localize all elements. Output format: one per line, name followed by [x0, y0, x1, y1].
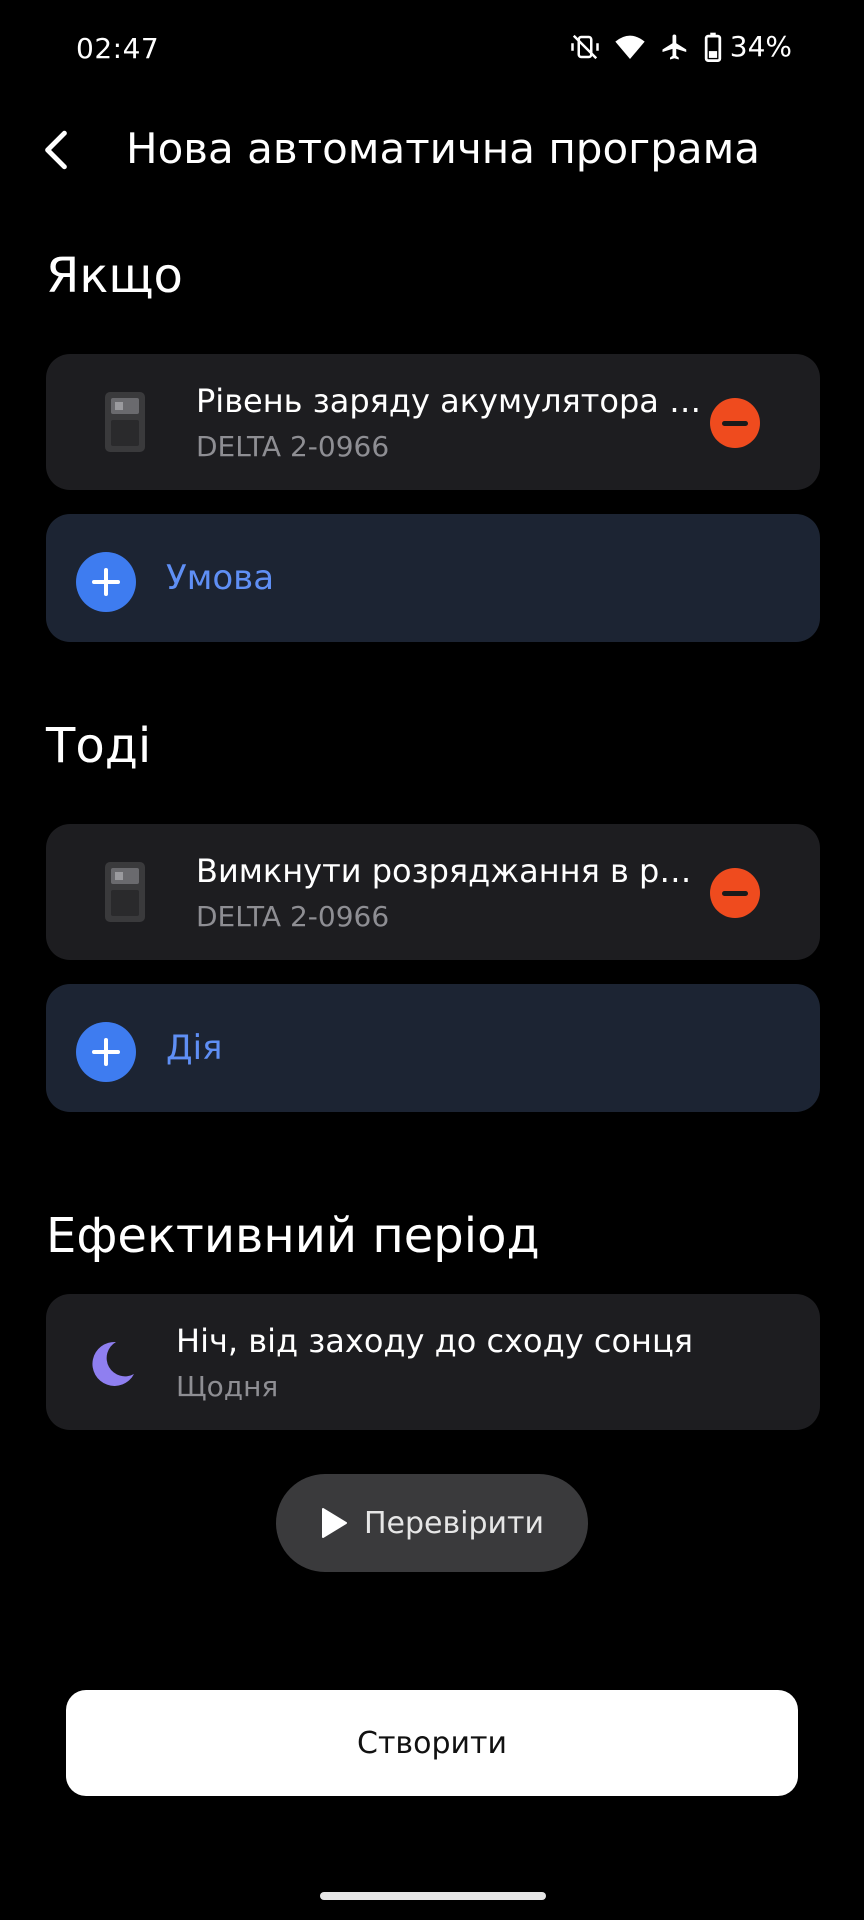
status-bar: 02:47 34%: [0, 0, 864, 100]
add-condition-button[interactable]: Умова: [46, 514, 820, 642]
airplane-icon: [662, 34, 687, 59]
wifi-icon: [615, 35, 645, 59]
create-button[interactable]: Створити: [66, 1690, 798, 1796]
app-header: Нова автоматична програма: [0, 110, 864, 190]
test-button[interactable]: Перевірити: [276, 1474, 588, 1572]
condition-item[interactable]: Рівень заряду акумулятора на пристрої DE…: [46, 354, 820, 490]
period-item-frequency: Щодня: [176, 1370, 279, 1403]
status-icons: 34%: [570, 30, 792, 63]
play-icon: [321, 1508, 347, 1538]
battery-percent: 34%: [729, 30, 792, 63]
device-icon: [105, 862, 145, 922]
back-button[interactable]: [30, 124, 82, 176]
period-item[interactable]: Ніч, від заходу до сходу сонця Щодня: [46, 1294, 820, 1430]
condition-item-device: DELTA 2-0966: [196, 430, 390, 463]
add-action-button[interactable]: Дія: [46, 984, 820, 1112]
status-time: 02:47: [76, 32, 160, 65]
section-title-then: Тоді: [46, 718, 152, 774]
minus-icon: [722, 420, 748, 426]
remove-action-button[interactable]: [710, 868, 760, 918]
moon-icon: [92, 1341, 134, 1386]
chevron-left-icon: [45, 130, 67, 170]
condition-item-title: Рівень заряду акумулятора на пристрої: [196, 382, 706, 420]
add-condition-label: Умова: [166, 558, 275, 598]
section-title-period: Ефективний період: [46, 1208, 540, 1264]
page-title: Нова автоматична програма: [126, 124, 761, 173]
battery-icon: [704, 32, 721, 62]
create-button-label: Створити: [357, 1725, 507, 1761]
home-indicator[interactable]: [320, 1892, 546, 1900]
plus-icon: [76, 1022, 136, 1082]
remove-condition-button[interactable]: [710, 398, 760, 448]
plus-icon: [76, 552, 136, 612]
add-action-label: Дія: [166, 1028, 223, 1068]
section-title-if: Якщо: [46, 248, 183, 304]
period-item-title: Ніч, від заходу до сходу сонця: [176, 1322, 693, 1360]
test-button-label: Перевірити: [363, 1505, 545, 1541]
action-item-title: Вимкнути розряджання в режимі: [196, 852, 706, 890]
vibrate-off-icon: [571, 34, 599, 59]
minus-icon: [722, 890, 748, 896]
action-item-device: DELTA 2-0966: [196, 900, 390, 933]
action-item[interactable]: Вимкнути розряджання в режимі DELTA 2-09…: [46, 824, 820, 960]
device-icon: [105, 392, 145, 452]
